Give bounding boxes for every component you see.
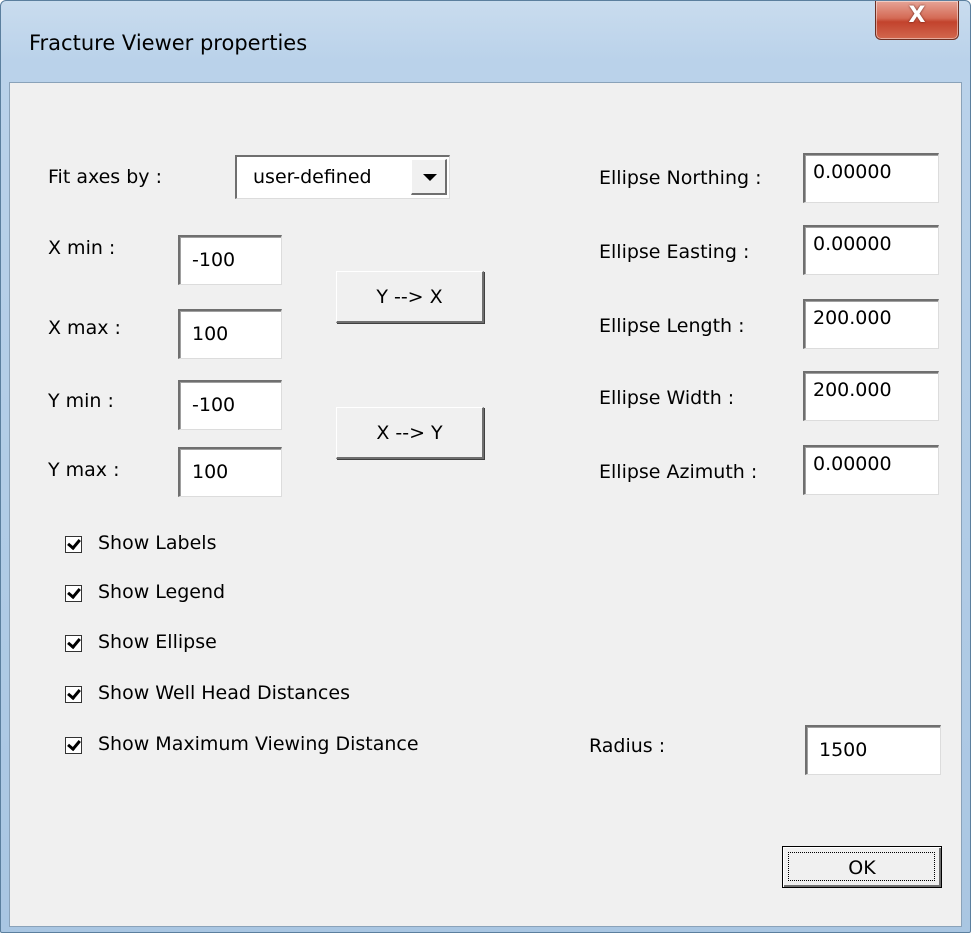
ellipse-length-value: 200.000 (813, 307, 892, 329)
x-min-input[interactable]: -100 (178, 235, 282, 285)
show-labels-label[interactable]: Show Labels (98, 532, 216, 554)
x-max-label: X max : (48, 317, 121, 339)
y-max-label: Y max : (48, 459, 120, 481)
y-min-input[interactable]: -100 (178, 380, 282, 430)
show-well-head-distances-label[interactable]: Show Well Head Distances (98, 682, 350, 704)
ellipse-northing-label: Ellipse Northing : (599, 167, 762, 189)
ellipse-easting-value: 0.00000 (813, 233, 892, 255)
ok-button[interactable]: OK (782, 846, 942, 888)
y-max-input[interactable]: 100 (178, 447, 282, 497)
y-to-x-button[interactable]: Y --> X (336, 271, 484, 323)
y-min-label: Y min : (48, 390, 114, 412)
x-to-y-button[interactable]: X --> Y (336, 407, 484, 459)
ellipse-width-input[interactable]: 200.000 (803, 371, 939, 421)
show-legend-checkbox[interactable] (65, 585, 82, 602)
y-max-value: 100 (192, 461, 229, 483)
x-min-label: X min : (48, 237, 116, 259)
radius-value: 1500 (819, 739, 868, 761)
dialog-client-area: Fit axes by : user-defined X min : -100 … (9, 82, 962, 927)
show-ellipse-label[interactable]: Show Ellipse (98, 631, 217, 653)
ellipse-width-label: Ellipse Width : (599, 387, 735, 409)
ellipse-northing-value: 0.00000 (813, 161, 892, 183)
chevron-down-icon[interactable] (411, 159, 447, 195)
radius-input[interactable]: 1500 (805, 725, 941, 775)
ellipse-easting-label: Ellipse Easting : (599, 241, 750, 263)
ok-label: OK (848, 857, 876, 879)
x-max-input[interactable]: 100 (178, 309, 282, 359)
ellipse-length-input[interactable]: 200.000 (803, 299, 939, 349)
ellipse-length-label: Ellipse Length : (599, 315, 745, 337)
x-min-value: -100 (192, 249, 236, 271)
show-well-head-distances-checkbox[interactable] (65, 686, 82, 703)
ellipse-azimuth-input[interactable]: 0.00000 (803, 445, 939, 495)
ellipse-easting-input[interactable]: 0.00000 (803, 225, 939, 275)
show-max-viewing-distance-checkbox[interactable] (65, 737, 82, 754)
dialog-window: Fracture Viewer properties X Fit axes by… (0, 0, 971, 933)
ellipse-width-value: 200.000 (813, 379, 892, 401)
title-bar[interactable]: Fracture Viewer properties X (1, 1, 970, 81)
window-title: Fracture Viewer properties (29, 31, 308, 55)
show-legend-label[interactable]: Show Legend (98, 581, 225, 603)
y-to-x-label: Y --> X (376, 286, 443, 308)
close-button[interactable]: X (875, 1, 959, 40)
close-icon: X (908, 3, 926, 28)
fit-axes-dropdown[interactable]: user-defined (235, 155, 450, 199)
ellipse-northing-input[interactable]: 0.00000 (803, 153, 939, 203)
radius-label: Radius : (589, 735, 666, 757)
ellipse-azimuth-label: Ellipse Azimuth : (599, 461, 758, 483)
fit-axes-value: user-defined (253, 166, 372, 188)
y-min-value: -100 (192, 394, 236, 416)
fit-axes-label: Fit axes by : (48, 166, 162, 188)
show-labels-checkbox[interactable] (65, 536, 82, 553)
x-max-value: 100 (192, 323, 229, 345)
ellipse-azimuth-value: 0.00000 (813, 453, 892, 475)
show-ellipse-checkbox[interactable] (65, 635, 82, 652)
x-to-y-label: X --> Y (376, 422, 443, 444)
show-max-viewing-distance-label[interactable]: Show Maximum Viewing Distance (98, 733, 419, 755)
